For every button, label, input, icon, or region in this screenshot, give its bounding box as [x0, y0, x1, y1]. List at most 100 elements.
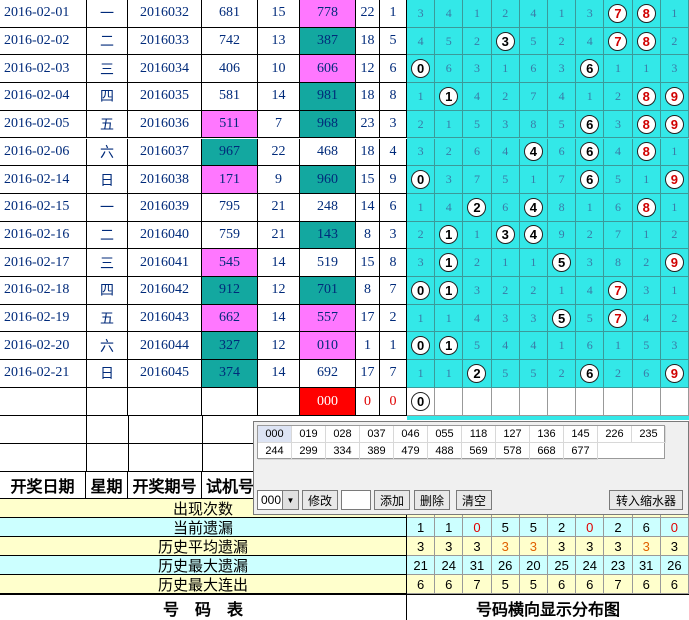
- group-number-item[interactable]: 118: [462, 426, 496, 443]
- omission-value: 7: [548, 166, 577, 194]
- group-number-item[interactable]: 046: [394, 426, 428, 443]
- group-number-item[interactable]: 235: [632, 426, 666, 443]
- row-date: 2016-02-15: [0, 193, 87, 222]
- omission-value: 1: [407, 304, 436, 333]
- hit-ball: 3: [491, 27, 520, 56]
- row-test: 171: [202, 166, 258, 194]
- omission-value: 3: [519, 304, 548, 333]
- number-input[interactable]: [341, 490, 371, 510]
- hit-ball: 1: [435, 332, 464, 361]
- row-span: 8: [380, 83, 407, 111]
- row-issue: 2016041: [128, 249, 202, 277]
- omission-value: 6: [604, 193, 633, 222]
- row-weekday: 日: [87, 166, 128, 194]
- stat-value: 6: [660, 575, 689, 594]
- row-draw: 248: [300, 193, 356, 222]
- row-tspan: 12: [258, 332, 300, 361]
- add-button[interactable]: 添加: [374, 490, 410, 510]
- hit-ball: 3: [491, 221, 520, 250]
- group-number-item[interactable]: 334: [326, 443, 360, 460]
- header-date: 开奖日期: [0, 472, 86, 498]
- ball: 0: [411, 336, 431, 356]
- omission-value: 5: [435, 27, 464, 56]
- pending-row: 000 0 0 0: [0, 388, 689, 416]
- group-number-item[interactable]: 019: [292, 426, 326, 443]
- omission-value: 2: [604, 360, 633, 388]
- row-span: 5: [380, 27, 407, 56]
- ball: 9: [664, 170, 684, 190]
- omission-value: 6: [491, 193, 520, 222]
- row-tspan: 21: [258, 221, 300, 250]
- hit-ball: 8: [632, 27, 661, 56]
- group-number-item[interactable]: 127: [496, 426, 530, 443]
- group-number-item[interactable]: 389: [360, 443, 394, 460]
- group-number-item[interactable]: 677: [564, 443, 598, 460]
- transfer-to-filter-button[interactable]: 转入缩水器: [609, 490, 683, 510]
- omission-value: 1: [407, 83, 436, 111]
- omission-value: 4: [491, 332, 520, 361]
- omission-value: 4: [632, 304, 661, 333]
- group-number-item[interactable]: 226: [598, 426, 632, 443]
- row-date: 2016-02-18: [0, 277, 87, 305]
- group-number-item[interactable]: 037: [360, 426, 394, 443]
- row-weekday: 五: [87, 304, 128, 333]
- row-test: 545: [202, 249, 258, 277]
- group-number-item[interactable]: 244: [258, 443, 292, 460]
- row-date: 2016-02-01: [0, 0, 87, 28]
- omission-value: 4: [519, 0, 548, 28]
- ball: 8: [636, 86, 656, 106]
- group-number-list[interactable]: 000 019 028 037 046 055 118 127 136 145 226 235 244 2…: [257, 425, 666, 460]
- omission-value: 1: [519, 166, 548, 194]
- hit-ball: 1: [435, 277, 464, 305]
- row-weekday: 一: [87, 193, 128, 222]
- omission-value: 5: [576, 304, 605, 333]
- hit-ball: 0: [407, 166, 436, 194]
- hit-ball: 8: [632, 83, 661, 111]
- number-select[interactable]: 000 ▼: [257, 490, 299, 510]
- omission-value: 8: [548, 193, 577, 222]
- group-number-item[interactable]: 299: [292, 443, 326, 460]
- stat-value: 6: [407, 575, 436, 594]
- omission-value: 2: [463, 27, 492, 56]
- omission-value: 2: [491, 0, 520, 28]
- group-number-item[interactable]: 479: [394, 443, 428, 460]
- group-number-item[interactable]: 578: [496, 443, 530, 460]
- group-number-item[interactable]: 488: [428, 443, 462, 460]
- chevron-down-icon[interactable]: ▼: [282, 491, 298, 509]
- omission-value: 4: [491, 138, 520, 167]
- row-date: 2016-02-02: [0, 27, 87, 56]
- pending-grid-cell: [519, 388, 548, 416]
- row-test: 662: [202, 304, 258, 333]
- clear-button[interactable]: 清空: [456, 490, 492, 510]
- row-issue: 2016036: [128, 110, 202, 139]
- header-issue: 开奖期号: [128, 472, 202, 498]
- group-number-item[interactable]: 145: [564, 426, 598, 443]
- ball: 9: [664, 253, 684, 273]
- omission-value: 6: [548, 138, 577, 167]
- group-number-item[interactable]: 028: [326, 426, 360, 443]
- group-number-item[interactable]: 569: [462, 443, 496, 460]
- group-number-item[interactable]: 136: [530, 426, 564, 443]
- omission-value: 4: [435, 0, 464, 28]
- row-issue: 2016034: [128, 55, 202, 84]
- stat-value: 21: [407, 556, 436, 575]
- omission-value: 3: [660, 55, 689, 84]
- group-number-item[interactable]: 668: [530, 443, 564, 460]
- row-sum: 14: [356, 193, 380, 222]
- row-tspan: 22: [258, 138, 300, 167]
- row-weekday: 六: [87, 138, 128, 167]
- group-number-item[interactable]: 000: [258, 426, 292, 443]
- pending-grid-cell: [491, 388, 520, 416]
- modify-button[interactable]: 修改: [302, 490, 338, 510]
- hit-ball: 8: [632, 110, 661, 139]
- row-draw: 701: [300, 277, 356, 305]
- stat-value: 6: [435, 575, 464, 594]
- pending-cell: [87, 388, 128, 416]
- stat-value: 6: [632, 575, 661, 594]
- pending-cell: 0: [356, 388, 380, 416]
- stat-label: 历史平均遗漏: [0, 537, 407, 556]
- group-number-item[interactable]: 055: [428, 426, 462, 443]
- delete-button[interactable]: 删除: [414, 490, 450, 510]
- omission-value: 4: [548, 83, 577, 111]
- hit-ball: 2: [463, 193, 492, 222]
